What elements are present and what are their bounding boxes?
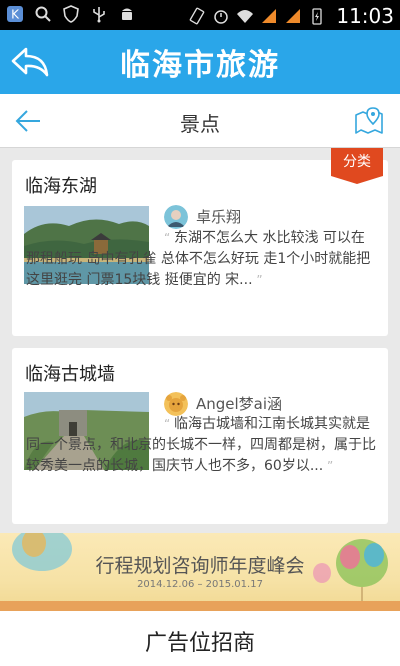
map-pin-icon[interactable] [354, 106, 384, 136]
spot-card[interactable]: 临海东湖 卓乐翔 “ 东湖不怎么大 水比较浅 可以在那租船玩 岛中有孔雀 总体不… [12, 160, 388, 336]
snippet-text: 东湖不怎么大 水比较浅 可以在那租船玩 岛中有孔雀 总体不怎么好玩 走1个小时就… [26, 230, 371, 288]
status-bar: K 11:03 [0, 0, 400, 30]
user-name: Angel梦ai涵 [196, 395, 283, 413]
promo-banner[interactable]: 行程规划咨询师年度峰会 2014.12.06 – 2015.01.17 [0, 533, 400, 611]
app-title: 临海市旅游 [120, 48, 280, 83]
review-snippet: “ 东湖不怎么大 水比较浅 可以在那租船玩 岛中有孔雀 总体不怎么好玩 走1个小… [26, 228, 376, 291]
ad-footer[interactable]: 广告位招商 [0, 611, 400, 666]
category-tag[interactable]: 分类 [327, 148, 383, 184]
banner-date: 2014.12.06 – 2015.01.17 [137, 579, 263, 590]
avatar [164, 392, 188, 416]
android-icon [122, 8, 132, 20]
banner-title: 行程规划咨询师年度峰会 [95, 555, 305, 577]
usb-icon [93, 7, 105, 23]
category-tag-label: 分类 [343, 154, 371, 170]
rotate-icon [190, 7, 205, 25]
battery-charging-icon [312, 8, 323, 25]
quote-close-icon: ” [323, 459, 334, 473]
banner-strip [0, 601, 400, 611]
spot-title: 临海古城墙 [25, 364, 115, 385]
status-left-icons: K [6, 5, 136, 23]
review-snippet: “ 临海古城墙和江南长城其实就是同一个景点，和北京的长城不一样，四周都是树，属于… [26, 414, 376, 477]
page-title: 景点 [180, 112, 220, 136]
spot-card[interactable]: 临海古城墙 Angel梦ai涵 “ 临海古城墙和江南长城其实就是同一个景点，和北… [12, 348, 388, 524]
quote-close-icon: ” [252, 273, 263, 287]
quote-open-icon: “ [164, 231, 175, 245]
k-app-icon: K [7, 6, 23, 22]
quote-open-icon: “ [164, 417, 175, 431]
spot-title: 临海东湖 [25, 176, 97, 197]
sub-header: 景点 [0, 94, 400, 148]
user-name: 卓乐翔 [196, 208, 242, 226]
status-time: 11:03 [336, 4, 394, 28]
ad-text: 广告位招商 [144, 631, 255, 656]
alarm-icon [214, 10, 229, 24]
search-icon [35, 6, 51, 22]
signal-icon-2 [286, 9, 301, 23]
shield-icon [63, 5, 79, 23]
svg-text:K: K [11, 8, 20, 22]
avatar [164, 205, 188, 229]
status-right-icons: 11:03 [188, 4, 394, 28]
signal-icon [262, 9, 277, 23]
wifi-icon [237, 10, 254, 23]
app-header: 临海市旅游 [0, 30, 400, 94]
